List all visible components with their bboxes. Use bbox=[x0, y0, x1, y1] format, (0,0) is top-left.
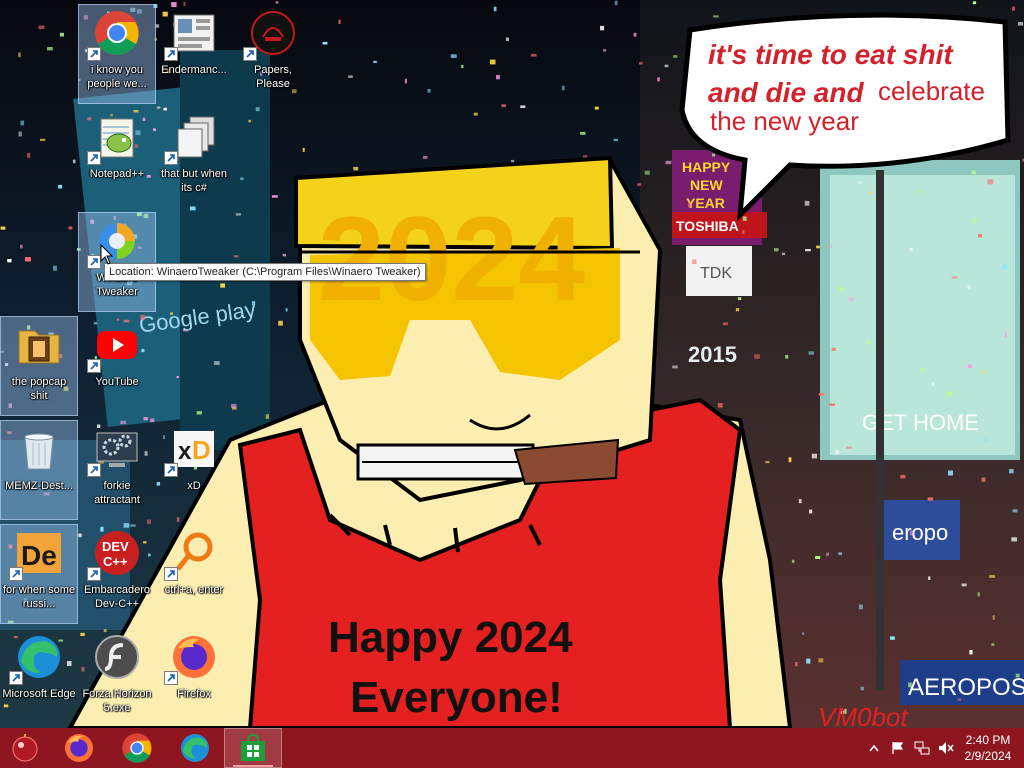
bubble-line2a: and die and bbox=[708, 77, 864, 108]
desktop-icon-dev-cpp[interactable]: DEV C++ Embarcadero Dev-C++ bbox=[79, 525, 155, 623]
firefox-icon bbox=[65, 734, 93, 762]
desktop-icon-label: i know you people we... bbox=[87, 64, 147, 90]
shortcut-arrow-icon bbox=[164, 463, 178, 477]
active-indicator bbox=[233, 765, 273, 767]
shortcut-arrow-icon bbox=[9, 671, 23, 685]
desktop-icon-forkie-attractant[interactable]: forkie attractant bbox=[79, 421, 155, 519]
show-hidden-icons-button[interactable] bbox=[862, 728, 886, 768]
desktop-icon-label: Papers, Please bbox=[254, 64, 292, 90]
happy-sign-line1: HAPPY bbox=[682, 159, 731, 175]
desktop-icon-for-when-some-russian[interactable]: De for when some russi... bbox=[0, 524, 78, 624]
desktop-icon-the-popcap-shit[interactable]: the popcap shit bbox=[0, 316, 78, 416]
bubble-line3: the new year bbox=[710, 106, 859, 136]
year-2015-sign: 2015 bbox=[688, 342, 737, 367]
desktop-icon-label: YouTube bbox=[95, 376, 139, 388]
popcap-folder-icon bbox=[18, 330, 60, 364]
desktop-icon-youtube[interactable]: YouTube bbox=[79, 317, 155, 415]
shortcut-arrow-icon bbox=[87, 567, 101, 581]
start-button[interactable] bbox=[0, 728, 50, 768]
shortcut-arrow-icon bbox=[164, 47, 178, 61]
desktop-icon-label: Firefox bbox=[177, 688, 211, 700]
volume-muted-icon bbox=[939, 742, 954, 754]
shortcut-arrow-icon bbox=[9, 567, 23, 581]
start-orb-icon bbox=[12, 734, 38, 762]
desktop-icon-label: Notepad++ bbox=[89, 168, 145, 180]
toshiba-sign: TOSHIBA bbox=[676, 218, 739, 234]
bubble-line2b: celebrate bbox=[878, 76, 985, 106]
desktop-icon-label: Microsoft Edge bbox=[2, 688, 76, 700]
shortcut-arrow-icon bbox=[87, 255, 101, 269]
glasses-year-text: 2024 bbox=[318, 192, 585, 326]
shortcut-arrow-icon bbox=[87, 463, 101, 477]
shortcut-arrow-icon bbox=[87, 151, 101, 165]
svg-text:C++: C++ bbox=[103, 554, 128, 569]
shortcut-arrow-icon bbox=[87, 47, 101, 61]
desktop-icon-forza-horizon[interactable]: Forza Horizon 5.exe bbox=[79, 629, 155, 727]
desktop-icon-winaero-tweaker[interactable]: Winaero Tweaker bbox=[78, 212, 156, 312]
desktop-icon-ctrl-a-enter[interactable]: ctrl+a, enter bbox=[156, 525, 232, 623]
desktop-icon-label: Forza Horizon 5.exe bbox=[82, 688, 152, 714]
edge-icon bbox=[181, 734, 209, 762]
desktop-icon-label: ctrl+a, enter bbox=[164, 584, 224, 596]
svg-text:DEV: DEV bbox=[102, 539, 129, 554]
desktop-icon-label: Embarcadero Dev-C++ bbox=[83, 584, 151, 610]
action-center-button[interactable] bbox=[886, 728, 910, 768]
taskbar-firefox[interactable] bbox=[50, 728, 108, 768]
store-icon bbox=[241, 733, 265, 761]
caption-line2: Everyone! bbox=[350, 673, 563, 722]
shortcut-arrow-icon bbox=[243, 47, 257, 61]
desktop-icon-xd[interactable]: x D xD bbox=[156, 421, 232, 519]
caption-line1: Happy 2024 bbox=[328, 613, 573, 662]
desktop-icon-memz-destructive[interactable]: MEMZ-Dest... bbox=[0, 420, 78, 520]
svg-text:De: De bbox=[21, 540, 57, 571]
taskbar-store[interactable] bbox=[224, 728, 282, 768]
icon-location-tooltip: Location: WinaeroTweaker (C:\Program Fil… bbox=[104, 263, 426, 281]
shortcut-arrow-icon bbox=[164, 151, 178, 165]
chevron-up-icon bbox=[869, 744, 879, 752]
recycle-bin-icon bbox=[24, 433, 54, 470]
clock-time: 2:40 PM bbox=[965, 733, 1011, 747]
desktop-icon-label: MEMZ-Dest... bbox=[5, 480, 73, 492]
network-icon bbox=[914, 741, 930, 755]
svg-text:x: x bbox=[178, 438, 192, 465]
bubble-line1: it's time to eat shit bbox=[708, 39, 954, 70]
svg-text:D: D bbox=[192, 435, 211, 465]
clock-date: 2/9/2024 bbox=[964, 749, 1012, 763]
taskbar-edge[interactable] bbox=[166, 728, 224, 768]
desktop-icon-label: xD bbox=[187, 480, 201, 492]
desktop-icon-endermanch[interactable]: Endermanc... bbox=[156, 5, 232, 103]
desktop-icon-label: the popcap shit bbox=[11, 376, 67, 402]
desktop-icon-that-but-when-its-csharp[interactable]: that but when its c# bbox=[156, 109, 232, 207]
happy-sign-line2: NEW bbox=[690, 177, 723, 193]
taskbar-chrome[interactable] bbox=[108, 728, 166, 768]
shortcut-arrow-icon bbox=[87, 359, 101, 373]
taskbar: 2:40 PM 2/9/2024 bbox=[0, 728, 1024, 768]
flag-icon bbox=[892, 742, 904, 754]
signature-text: VM0bot bbox=[818, 702, 909, 728]
desktop-icon-label: for when some russi... bbox=[2, 584, 76, 610]
desktop-icon-firefox[interactable]: Firefox bbox=[156, 629, 232, 727]
network-button[interactable] bbox=[910, 728, 934, 768]
flash-icon bbox=[95, 635, 139, 679]
aeropostale-sign-bottom: AEROPOS bbox=[908, 674, 1024, 701]
desktop-icon-chrome-shortcut[interactable]: i know you people we... bbox=[78, 4, 156, 104]
tdk-sign: TDK bbox=[700, 265, 732, 282]
happy-sign-line3: YEAR bbox=[686, 195, 725, 211]
desktop-icon-label: forkie attractant bbox=[94, 480, 140, 506]
shortcut-arrow-icon bbox=[164, 567, 178, 581]
desktop-icon-label: that but when its c# bbox=[160, 168, 228, 194]
desktop-icon-notepad-plus-plus[interactable]: Notepad++ bbox=[79, 109, 155, 207]
desktop-icon-label: Endermanc... bbox=[161, 64, 227, 76]
desktop-icon-microsoft-edge[interactable]: Microsoft Edge bbox=[1, 629, 77, 727]
shortcut-arrow-icon bbox=[164, 671, 178, 685]
desktop-icon-papers-please[interactable]: Papers, Please bbox=[235, 5, 311, 103]
aeropostale-sign-top: eropo bbox=[892, 520, 948, 545]
taskbar-clock[interactable]: 2:40 PM 2/9/2024 bbox=[958, 732, 1024, 764]
volume-button[interactable] bbox=[934, 728, 958, 768]
chrome-icon bbox=[122, 733, 152, 763]
system-tray: 2:40 PM 2/9/2024 bbox=[862, 728, 1024, 768]
mouse-cursor-icon bbox=[100, 244, 114, 265]
